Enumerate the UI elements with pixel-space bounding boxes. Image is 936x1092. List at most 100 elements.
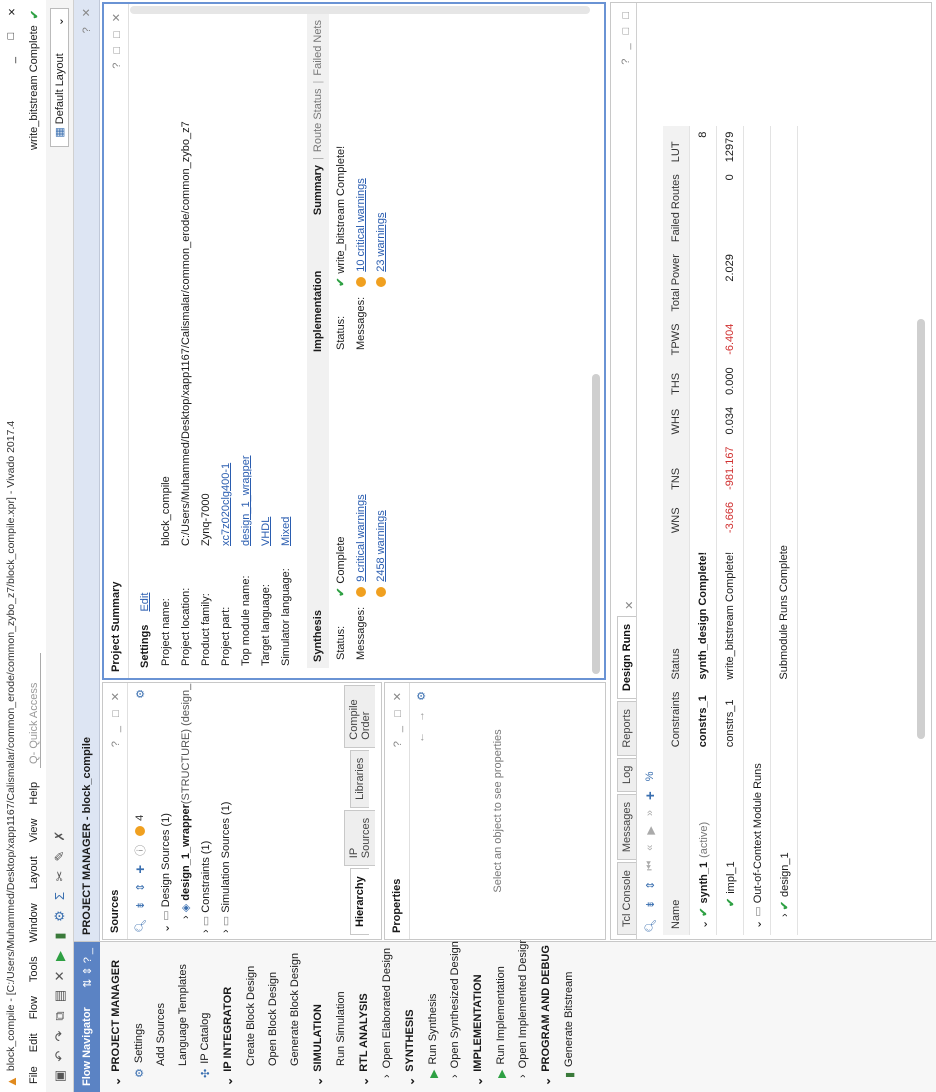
cancel-icon[interactable]: ✗ [52,826,68,846]
delete-icon[interactable]: ✕ [52,966,68,986]
maximize-button[interactable]: □ [5,24,17,48]
runs-horizontal-scrollbar[interactable] [917,319,925,739]
table-row[interactable]: › ✔ design_1 Submodule Runs Complete [770,125,798,935]
fn-item-add-sources[interactable]: Add Sources [150,942,172,1092]
percent-icon[interactable]: % [644,771,656,781]
setting-value[interactable]: VHDL [257,113,275,546]
tab-libraries[interactable]: Libraries [350,749,369,808]
menu-flow[interactable]: Flow [28,996,40,1019]
synth-critical-link[interactable]: 9 critical warnings [355,494,367,581]
run-name[interactable]: ✔ impl_1 [716,753,744,935]
column-header-tns[interactable]: TNS [663,440,690,496]
summary-horizontal-scrollbar[interactable] [592,374,600,674]
minimize-button[interactable]: _ [5,48,17,72]
synth-warnings[interactable]: 2458 warnings [372,486,390,597]
settings-edit-link[interactable]: Edit [139,593,151,612]
fn-section-project-manager[interactable]: ⌄ PROJECT MANAGER [104,942,128,1092]
column-header-whs[interactable]: WHS [663,400,690,441]
column-header-name[interactable]: Name [663,753,690,935]
fn-section-simulation[interactable]: ⌄ SIMULATION [306,942,330,1092]
fn-item-run-implementation[interactable]: ▶ Run Implementation [490,942,512,1092]
tab-messages[interactable]: Messages [617,794,636,861]
sigma-icon[interactable]: Σ [52,886,67,906]
menu-layout[interactable]: Layout [28,856,40,889]
fn-item-open-implemented-design[interactable]: › Open Implemented Design [512,937,534,1092]
fn-item-generate-block-design[interactable]: Generate Block Design [284,942,306,1092]
column-header-constraints[interactable]: Constraints [663,685,690,754]
fn-item-open-synthesized-design[interactable]: › Open Synthesized Design [444,941,466,1092]
run-icon[interactable]: ▶ [52,946,68,966]
menu-tools[interactable]: Tools [28,956,40,982]
panel-controls[interactable]: ? _ □ ✕ [109,689,122,747]
column-header-status[interactable]: Status [663,539,690,686]
info-icon[interactable]: ⓘ [132,845,148,856]
tab-hierarchy[interactable]: Hierarchy [350,868,369,935]
paste-icon[interactable]: ▤ [52,986,68,1006]
tab-compile-order[interactable]: Compile Order [344,685,375,748]
setting-value[interactable]: design_1_wrapper [237,113,255,546]
menu-view[interactable]: View [28,819,40,843]
synth-warnings-link[interactable]: 2458 warnings [375,510,387,582]
impl-tab-failed-nets[interactable]: Failed Nets [312,20,324,76]
fn-item-run-synthesis[interactable]: ▶ Run Synthesis [422,942,444,1092]
tab-ip-sources[interactable]: IP Sources [344,809,375,867]
tree-simulation-sources[interactable]: › ▭ Simulation Sources (1) [216,683,236,933]
setting-value[interactable]: Mixed [277,113,295,546]
previous-icon[interactable]: « [644,845,656,851]
tree-constraints[interactable]: › ▭ Constraints (1) [196,683,216,933]
fn-item-language-templates[interactable]: Language Templates [172,942,194,1092]
play-icon[interactable]: ▶ [644,826,657,834]
gear-icon[interactable]: ⚙ [134,689,147,699]
run-name[interactable]: › ✔ design_1 [770,753,798,935]
fn-section-program-and-debug[interactable]: ⌄ PROGRAM AND DEBUG [534,942,558,1092]
menu-edit[interactable]: Edit [28,1033,40,1052]
close-tab-icon[interactable]: ✕ [623,601,636,610]
column-header-wns[interactable]: WNS [663,495,690,540]
table-row[interactable]: ⌄ ✔ synth_1 (active) constrs_1 synth_design … [689,125,717,935]
tab-tcl-console[interactable]: Tcl Console [617,862,636,935]
forward-icon[interactable]: → [415,711,427,722]
menu-window[interactable]: Window [28,903,40,942]
undo-icon[interactable]: ↶ [52,1046,68,1066]
fn-item-open-block-design[interactable]: Open Block Design [262,942,284,1092]
fn-section-rtl-analysis[interactable]: ⌄ RTL ANALYSIS [352,942,376,1092]
tab-log[interactable]: Log [617,757,636,792]
fn-item-open-elaborated-design[interactable]: › Open Elaborated Design [376,942,398,1092]
fn-section-synthesis[interactable]: ⌄ SYNTHESIS [398,942,422,1092]
column-header-tpws[interactable]: TPWS [663,317,690,362]
panel-controls[interactable]: ? _ □ ✕ [391,689,404,747]
menu-help[interactable]: Help [28,782,40,805]
fn-item-create-block-design[interactable]: Create Block Design [240,942,262,1092]
tree-design-wrapper[interactable]: › ◈ design_1_wrapper(STRUCTURE) (design_… [176,683,196,933]
copy-icon[interactable]: ⧉ [52,1006,68,1026]
tab-design-runs[interactable]: Design Runs [617,615,636,700]
tree-design-sources[interactable]: ⌄ ▭ Design Sources (1) [156,683,176,933]
settings-icon[interactable]: ⚙ [52,906,68,926]
setting-value[interactable]: xc7z020clg400-1 [217,113,235,546]
fn-section-implementation[interactable]: ⌄ IMPLEMENTATION [466,942,490,1092]
column-header-ths[interactable]: THS [663,361,690,401]
next-icon[interactable]: » [644,810,656,816]
close-button[interactable]: × [4,0,19,24]
table-row[interactable]: ✔ impl_1 constrs_1 write_bitstream Complete… [716,125,744,935]
impl-tab-route-status[interactable]: Route Status [312,89,324,153]
synth-critical[interactable]: 9 critical warnings [352,486,370,597]
fn-item-generate-bitstream[interactable]: ▮ Generate Bitstream [558,942,580,1092]
collapse-all-icon[interactable]: ⇟ [644,900,657,909]
fn-item-settings[interactable]: ⚙ Settings [128,942,150,1092]
pen-icon[interactable]: ✎ [52,846,68,866]
expand-all-icon[interactable]: ⇕ [644,881,657,890]
table-row[interactable]: ⌄ ▭ Out-of-Context Module Runs [743,125,771,935]
run-name[interactable]: ⌄ ▭ Out-of-Context Module Runs [743,753,771,935]
scissors-icon[interactable]: ✂ [52,866,68,886]
new-project-icon[interactable]: ▣ [52,1066,68,1086]
impl-critical-link[interactable]: 10 critical warnings [355,178,367,272]
tab-reports[interactable]: Reports [617,701,636,756]
panel-controls[interactable]: ? □ □ ✕ [110,10,123,69]
help-icon[interactable]: ? [81,27,93,33]
program-icon[interactable]: ▮ [52,926,68,946]
run-name[interactable]: ⌄ ✔ synth_1 (active) [689,753,717,935]
back-icon[interactable]: ← [415,732,427,743]
impl-warnings-link[interactable]: 23 warnings [375,212,387,271]
first-icon[interactable]: ⏮ [644,861,657,871]
